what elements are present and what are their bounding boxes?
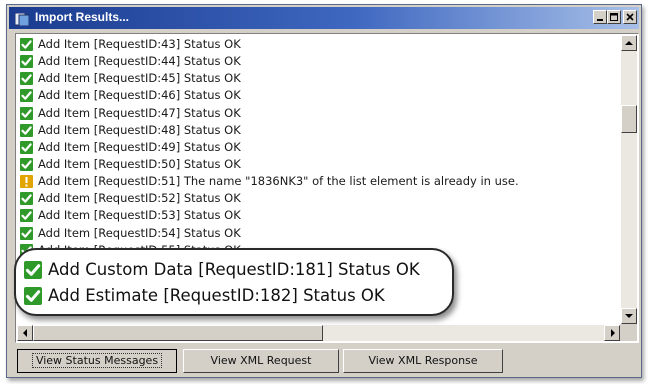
close-icon <box>626 13 634 21</box>
green-check-icon <box>20 89 33 103</box>
arrow-up-icon <box>625 41 633 45</box>
close-button[interactable] <box>623 10 637 24</box>
callout-row-text: Add Estimate [RequestID:182] Status OK <box>48 286 385 305</box>
log-row[interactable]: Add Item [RequestID:44] Status OK <box>18 53 618 70</box>
green-check-icon <box>24 261 42 279</box>
callout-row-text: Add Custom Data [RequestID:181] Status O… <box>48 260 420 279</box>
view-xml-request-label: View XML Request <box>210 354 312 367</box>
view-xml-response-label: View XML Response <box>368 354 478 367</box>
maximize-button[interactable] <box>607 10 621 24</box>
scroll-left-button[interactable] <box>17 325 33 341</box>
log-row[interactable]: Add Item [RequestID:50] Status OK <box>18 156 618 173</box>
log-row[interactable]: Add Item [RequestID:45] Status OK <box>18 70 618 87</box>
log-row-text: Add Item [RequestID:49] Status OK <box>38 139 241 154</box>
log-row-text: Add Item [RequestID:43] Status OK <box>38 37 241 51</box>
app-icon <box>14 11 30 27</box>
log-row-text: Add Item [RequestID:50] Status OK <box>38 156 241 171</box>
view-status-messages-label: View Status Messages <box>31 353 163 368</box>
green-check-icon <box>20 192 33 206</box>
log-row-text: Add Item [RequestID:48] Status OK <box>38 122 241 137</box>
scroll-right-button[interactable] <box>604 325 620 341</box>
window-title: Import Results... <box>35 10 130 24</box>
log-row[interactable]: Add Item [RequestID:47] Status OK <box>18 105 618 122</box>
green-check-icon <box>20 106 33 120</box>
log-row[interactable]: Add Item [RequestID:53] Status OK <box>18 207 618 224</box>
minimize-icon <box>597 19 603 21</box>
zoom-callout: Add Custom Data [RequestID:181] Status O… <box>14 248 454 316</box>
view-xml-request-button[interactable]: View XML Request <box>183 349 339 373</box>
maximize-icon <box>610 13 618 21</box>
green-check-icon <box>20 226 33 240</box>
green-check-icon <box>20 123 33 137</box>
log-row-text: Add Item [RequestID:46] Status OK <box>38 88 241 103</box>
import-results-window: Import Results... Add Item [RequestID:43… <box>6 4 642 378</box>
scroll-up-button[interactable] <box>621 35 637 51</box>
vertical-scrollbar[interactable] <box>621 35 637 324</box>
title-bar[interactable]: Import Results... <box>9 7 639 29</box>
green-check-icon <box>20 157 33 171</box>
green-check-icon <box>20 38 33 51</box>
log-row[interactable]: Add Item [RequestID:51] The name "1836NK… <box>18 173 618 190</box>
log-row-text: Add Item [RequestID:44] Status OK <box>38 54 241 69</box>
green-check-icon <box>20 140 33 154</box>
view-xml-response-button[interactable]: View XML Response <box>343 349 503 373</box>
log-row-text: Add Item [RequestID:53] Status OK <box>38 208 241 223</box>
log-row[interactable]: Add Item [RequestID:43] Status OK <box>18 36 618 53</box>
log-row-text: Add Item [RequestID:47] Status OK <box>38 105 241 120</box>
minimize-button[interactable] <box>593 10 607 24</box>
log-row-text: Add Item [RequestID:51] The name "1836NK… <box>38 174 519 189</box>
green-check-icon <box>20 72 33 86</box>
log-row-text: Add Item [RequestID:45] Status OK <box>38 71 241 86</box>
arrow-down-icon <box>625 314 633 318</box>
log-row-text: Add Item [RequestID:52] Status OK <box>38 191 241 206</box>
green-check-icon <box>20 209 33 223</box>
horizontal-scroll-thumb[interactable] <box>33 325 323 341</box>
yellow-warning-icon <box>20 175 33 189</box>
log-row[interactable]: Add Item [RequestID:52] Status OK <box>18 190 618 207</box>
log-row[interactable]: Add Item [RequestID:48] Status OK <box>18 122 618 139</box>
scroll-down-button[interactable] <box>621 308 637 324</box>
size-grip[interactable] <box>620 324 637 341</box>
green-check-icon <box>24 287 42 305</box>
log-row[interactable]: Add Item [RequestID:54] Status OK <box>18 225 618 242</box>
horizontal-scrollbar[interactable] <box>17 325 620 341</box>
arrow-right-icon <box>611 329 615 337</box>
vertical-scroll-thumb[interactable] <box>621 105 637 133</box>
log-row[interactable]: Add Item [RequestID:46] Status OK <box>18 87 618 104</box>
green-check-icon <box>20 55 33 69</box>
log-row[interactable]: Add Item [RequestID:49] Status OK <box>18 139 618 156</box>
log-row-text: Add Item [RequestID:54] Status OK <box>38 225 241 240</box>
arrow-left-icon <box>23 329 27 337</box>
view-status-messages-button[interactable]: View Status Messages <box>17 349 177 373</box>
